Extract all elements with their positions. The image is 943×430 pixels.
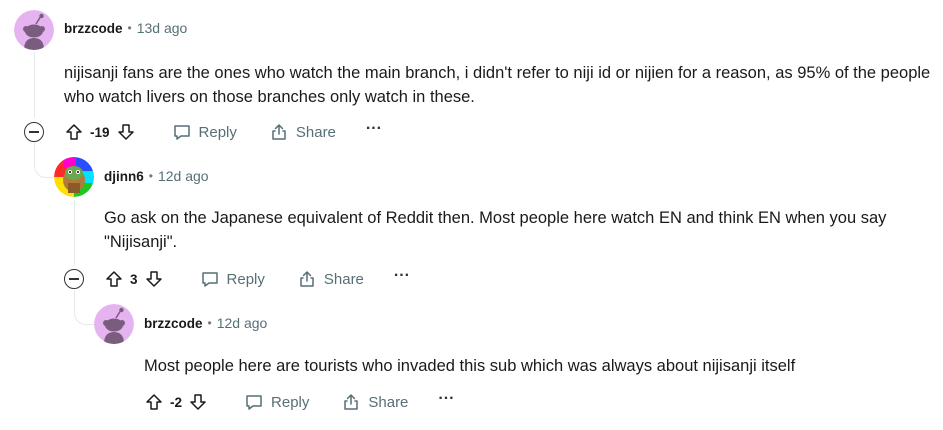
share-label: Share	[368, 393, 409, 411]
comment-actions: 3 Reply Share ···	[104, 263, 410, 295]
minus-icon	[69, 278, 79, 280]
reply-button[interactable]: Reply	[172, 122, 237, 142]
username[interactable]: brzzcode	[144, 316, 203, 331]
downvote-icon[interactable]	[188, 392, 208, 412]
comment-body: Most people here are tourists who invade…	[144, 357, 796, 375]
comment-body: Go ask on the Japanese equivalent of Red…	[104, 209, 887, 251]
reply-button[interactable]: Reply	[244, 392, 309, 412]
upvote-icon[interactable]	[64, 122, 84, 142]
comment-actions: -19 Reply Share ···	[64, 116, 382, 148]
vote-group: -2	[144, 392, 208, 412]
thread-elbow-1	[34, 142, 54, 178]
avatar[interactable]	[94, 304, 134, 344]
vote-group: 3	[104, 269, 164, 289]
comment-bubble-icon	[173, 125, 190, 140]
share-button[interactable]: Share	[341, 392, 408, 412]
comment-meta: djinn6 • 12d ago	[104, 168, 209, 184]
minus-icon	[29, 131, 39, 133]
timestamp[interactable]: 12d ago	[158, 168, 209, 184]
share-label: Share	[295, 123, 336, 141]
meta-separator: •	[207, 316, 212, 330]
avatar[interactable]	[54, 157, 94, 197]
snoo-avatar-icon	[94, 304, 134, 344]
more-options-icon[interactable]: ···	[394, 268, 410, 284]
upvote-icon[interactable]	[104, 269, 124, 289]
comment-actions: -2 Reply Share ···	[144, 386, 454, 418]
share-label: Share	[323, 270, 364, 288]
share-button[interactable]: Share	[269, 122, 336, 142]
upvote-icon[interactable]	[144, 392, 164, 412]
comment-meta: brzzcode • 12d ago	[144, 315, 267, 331]
custom-avatar-icon	[54, 157, 94, 197]
vote-count: 3	[130, 271, 138, 287]
timestamp[interactable]: 12d ago	[217, 315, 268, 331]
share-icon	[344, 394, 359, 410]
username[interactable]: brzzcode	[64, 21, 123, 36]
timestamp[interactable]: 13d ago	[137, 20, 188, 36]
thread-elbow-2	[74, 290, 94, 325]
avatar[interactable]	[14, 10, 54, 50]
downvote-icon[interactable]	[144, 269, 164, 289]
reply-label: Reply	[271, 393, 310, 411]
reply-label: Reply	[198, 123, 237, 141]
more-options-icon[interactable]: ···	[366, 121, 382, 137]
share-icon	[300, 271, 314, 287]
meta-separator: •	[127, 21, 132, 35]
collapse-thread-button[interactable]	[64, 269, 84, 289]
thread-line-1[interactable]	[34, 52, 35, 118]
reply-label: Reply	[226, 270, 265, 288]
more-options-icon[interactable]: ···	[438, 391, 454, 407]
comment-bubble-icon	[246, 395, 262, 410]
username[interactable]: djinn6	[104, 169, 144, 184]
comment-meta: brzzcode • 13d ago	[64, 20, 187, 36]
meta-separator: •	[148, 169, 153, 183]
reply-button[interactable]: Reply	[200, 269, 265, 289]
vote-group: -19	[64, 122, 136, 142]
downvote-icon[interactable]	[116, 122, 136, 142]
snoo-avatar-icon	[14, 10, 54, 50]
collapse-thread-button[interactable]	[24, 122, 44, 142]
thread-line-2[interactable]	[74, 200, 75, 265]
vote-count: -2	[170, 394, 183, 410]
comment-body: nijisanji fans are the ones who watch th…	[64, 64, 931, 106]
share-button[interactable]: Share	[297, 269, 364, 289]
vote-count: -19	[90, 124, 110, 140]
comment-bubble-icon	[201, 272, 218, 287]
share-icon	[272, 124, 286, 140]
